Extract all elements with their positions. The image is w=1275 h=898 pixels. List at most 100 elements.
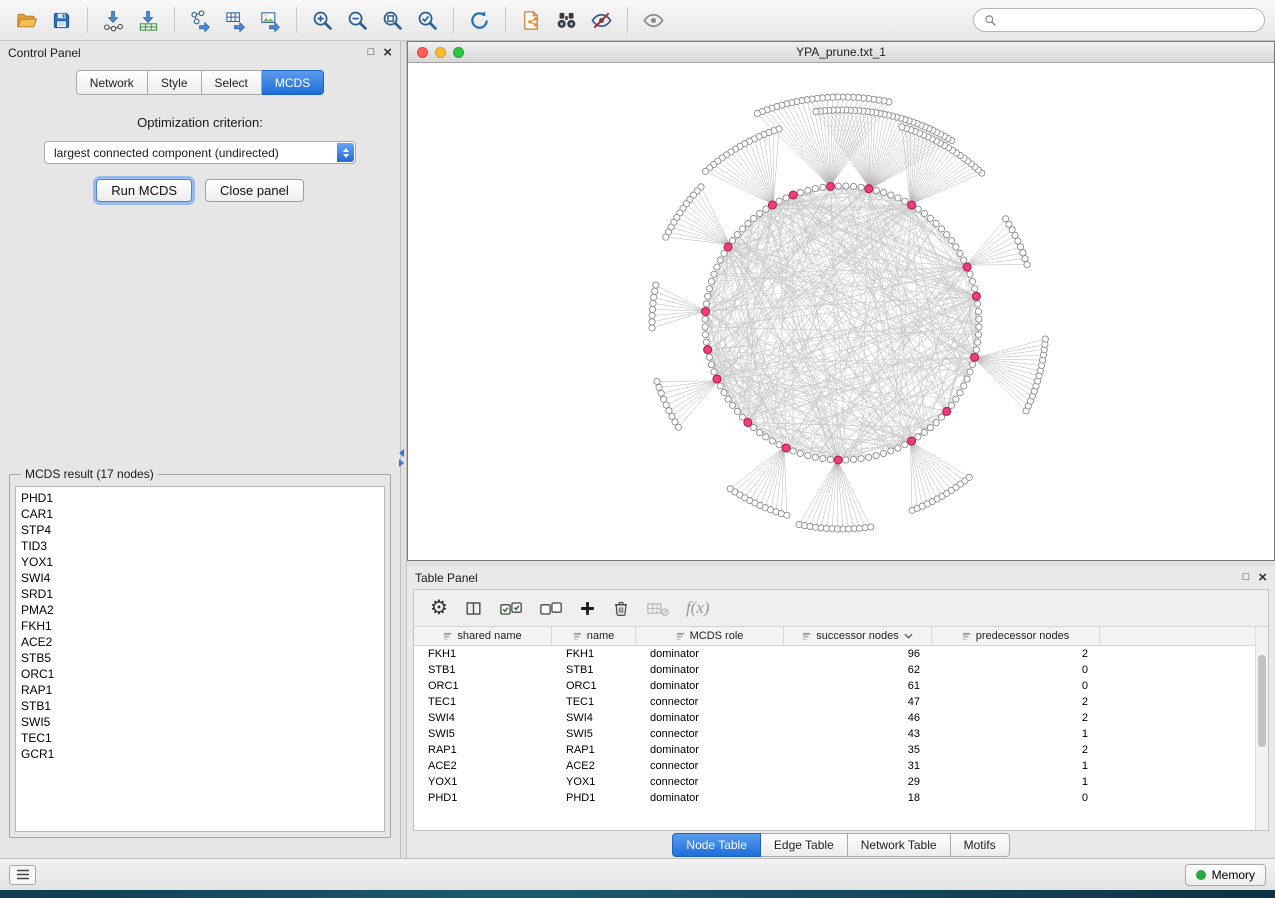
tab-network-table[interactable]: Network Table [848,833,951,857]
network-node[interactable] [705,293,711,299]
network-node[interactable] [751,215,757,221]
network-node[interactable] [706,286,712,292]
network-graph[interactable] [408,63,1274,560]
hide-elements-button[interactable] [585,5,618,35]
network-node[interactable] [1003,216,1009,222]
network-node[interactable] [888,448,894,454]
dominator-node[interactable] [713,375,721,383]
optimization-criterion-select[interactable]: largest connected component (undirected) [44,141,356,164]
network-node[interactable] [714,264,720,270]
dominator-node[interactable] [782,444,790,452]
zoom-selected-button[interactable] [411,5,444,35]
network-node[interactable] [1015,238,1021,244]
close-panel-icon[interactable]: × [1258,570,1267,585]
status-menu-button[interactable] [9,865,36,885]
network-node[interactable] [1042,336,1048,342]
export-network-button[interactable] [184,5,217,35]
network-node[interactable] [725,396,731,402]
float-panel-icon[interactable]: □ [368,47,375,58]
dominator-node[interactable] [971,353,979,361]
table-row[interactable]: TEC1TEC1connector472 [414,694,1255,710]
network-node[interactable] [653,282,659,288]
mcds-result-node[interactable]: SRD1 [21,586,379,602]
network-node[interactable] [850,456,856,462]
network-node[interactable] [915,206,921,212]
network-node[interactable] [895,445,901,451]
network-node[interactable] [656,384,662,390]
close-panel-icon[interactable]: × [383,45,392,60]
network-node[interactable] [663,402,669,408]
tab-node-table[interactable]: Node Table [672,833,761,857]
mcds-result-node[interactable]: SWI5 [21,714,379,730]
tab-style[interactable]: Style [148,70,202,95]
network-node[interactable] [649,313,655,319]
show-columns-button[interactable] [464,599,483,618]
mcds-result-list[interactable]: PHD1CAR1STP4TID3YOX1SWI4SRD1PMA2FKH1ACE2… [15,486,385,832]
network-node[interactable] [660,396,666,402]
table-row[interactable]: SWI5SWI5connector431 [414,726,1255,742]
tab-select[interactable]: Select [202,70,262,95]
network-node[interactable] [933,220,939,226]
tab-mcds[interactable]: MCDS [262,70,324,95]
search-input[interactable] [1003,13,1254,27]
network-node[interactable] [734,231,740,237]
network-node[interactable] [729,402,735,408]
network-node[interactable] [1024,262,1030,268]
network-node[interactable] [976,324,982,330]
network-node[interactable] [969,278,975,284]
mcds-result-node[interactable]: SWI4 [21,570,379,586]
dominator-node[interactable] [744,419,752,427]
network-node[interactable] [973,347,979,353]
network-node[interactable] [776,442,782,448]
export-image-button[interactable] [254,5,287,35]
network-node[interactable] [783,195,789,201]
mcds-result-node[interactable]: FKH1 [21,618,379,634]
table-row[interactable]: PHD1PHD1dominator180 [414,790,1255,806]
network-node[interactable] [899,124,905,130]
network-node[interactable] [790,448,796,454]
column-header-MCDS-role[interactable]: MCDS role [636,627,784,645]
network-node[interactable] [654,378,660,384]
table-row[interactable]: RAP1RAP1dominator352 [414,742,1255,758]
network-node[interactable] [703,301,709,307]
deselect-all-button[interactable] [539,599,563,618]
network-node[interactable] [721,389,727,395]
dominator-node[interactable] [704,346,712,354]
mcds-result-node[interactable]: CAR1 [21,506,379,522]
table-scrollbar[interactable] [1255,627,1268,830]
dominator-node[interactable] [724,243,732,251]
close-panel-button[interactable]: Close panel [205,179,304,202]
network-node[interactable] [858,184,864,190]
network-node[interactable] [953,244,959,250]
network-node[interactable] [702,324,708,330]
dominator-node[interactable] [972,292,980,300]
network-node[interactable] [957,390,963,396]
network-node[interactable] [675,424,681,430]
network-node[interactable] [702,331,708,337]
network-node[interactable] [812,186,818,192]
network-node[interactable] [969,362,975,368]
network-node[interactable] [706,354,712,360]
network-node[interactable] [902,198,908,204]
network-node[interactable] [873,187,879,193]
network-node[interactable] [827,456,833,462]
network-node[interactable] [745,220,751,226]
open-folder-button[interactable] [10,5,43,35]
network-node[interactable] [957,250,963,256]
network-node[interactable] [708,278,714,284]
import-table-button[interactable] [132,5,165,35]
network-node[interactable] [975,339,981,345]
mcds-result-node[interactable]: ACE2 [21,634,379,650]
network-node[interactable] [933,419,939,425]
network-node[interactable] [717,383,723,389]
table-row[interactable]: STB1STB1dominator620 [414,662,1255,678]
network-node[interactable] [757,210,763,216]
zoom-fit-button[interactable] [376,5,409,35]
table-row[interactable]: ACE2ACE2connector311 [414,758,1255,774]
network-node[interactable] [915,434,921,440]
panel-splitter[interactable] [401,41,407,858]
dominator-node[interactable] [865,185,873,193]
network-node[interactable] [711,369,717,375]
search-network-button[interactable] [550,5,583,35]
network-node[interactable] [649,319,655,325]
